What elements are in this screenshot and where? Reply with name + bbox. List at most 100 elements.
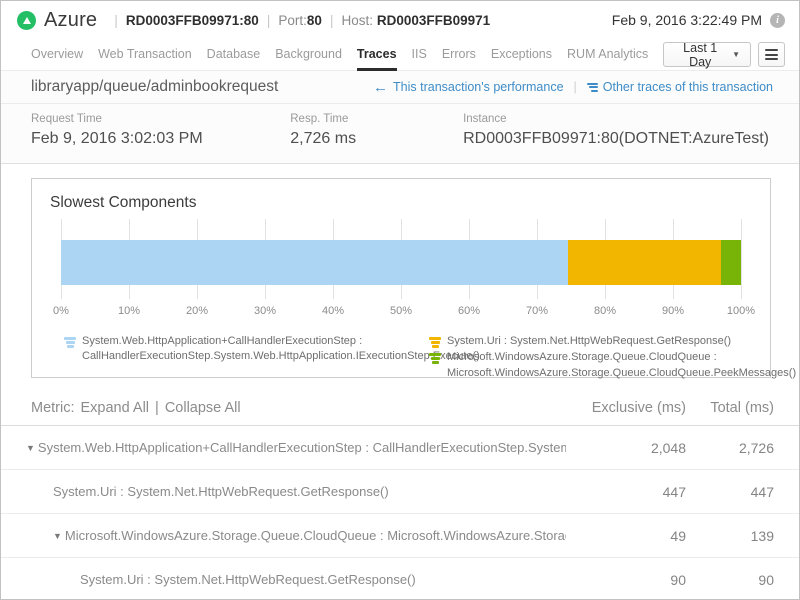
collapse-all-link[interactable]: Collapse All bbox=[165, 400, 241, 416]
trace-list-icon bbox=[587, 83, 598, 92]
tab-database[interactable]: Database bbox=[207, 39, 261, 71]
tab-traces[interactable]: Traces bbox=[357, 39, 397, 71]
instance-block: Instance RD0003FFB09971:80(DOTNET:AzureT… bbox=[463, 113, 769, 163]
tab-rum-analytics[interactable]: RUM Analytics bbox=[567, 39, 648, 71]
time-range-dropdown[interactable]: Last 1 Day ▼ bbox=[663, 42, 751, 67]
axis-tick: 70% bbox=[526, 305, 548, 317]
request-time-block: Request Time Feb 9, 2016 3:02:03 PM bbox=[31, 113, 290, 163]
tab-iis[interactable]: IIS bbox=[412, 39, 427, 71]
total-ms: 447 bbox=[686, 484, 774, 500]
link-transaction-performance[interactable]: ← This transaction's performance bbox=[373, 79, 564, 96]
divider: | bbox=[155, 400, 159, 416]
exclusive-ms: 90 bbox=[566, 572, 686, 588]
hamburger-icon bbox=[765, 49, 778, 51]
tab-overview[interactable]: Overview bbox=[31, 39, 83, 71]
axis-tick: 90% bbox=[662, 305, 684, 317]
header-right: Feb 9, 2016 3:22:49 PM i bbox=[612, 12, 785, 28]
axis-tick: 20% bbox=[186, 305, 208, 317]
current-timestamp: Feb 9, 2016 3:22:49 PM bbox=[612, 12, 762, 28]
table-row[interactable]: ▼ Microsoft.WindowsAzure.Storage.Queue.C… bbox=[1, 514, 799, 558]
port-value: 80 bbox=[307, 13, 322, 28]
bar-segment-getresponse[interactable] bbox=[568, 240, 721, 285]
axis-tick: 100% bbox=[727, 305, 755, 317]
exclusive-ms: 49 bbox=[566, 528, 686, 544]
table-row[interactable]: System.Uri : System.Net.HttpWebRequest.G… bbox=[1, 558, 799, 600]
instance-value: RD0003FFB09971:80(DOTNET:AzureTest) bbox=[463, 130, 769, 148]
axis-tick: 0% bbox=[53, 305, 69, 317]
table-row[interactable]: System.Uri : System.Net.HttpWebRequest.G… bbox=[1, 470, 799, 514]
legend-item-getresponse: System.Uri : System.Net.HttpWebRequest.G… bbox=[429, 334, 759, 349]
arrow-left-icon: ← bbox=[373, 79, 388, 96]
metric-label: Metric: bbox=[31, 400, 75, 416]
expand-all-link[interactable]: Expand All bbox=[81, 400, 150, 416]
table-row[interactable]: ▼ System.Web.HttpApplication+CallHandler… bbox=[1, 426, 799, 470]
axis-tick: 60% bbox=[458, 305, 480, 317]
hamburger-menu-button[interactable] bbox=[758, 42, 785, 67]
axis-tick: 10% bbox=[118, 305, 140, 317]
collapse-caret-icon[interactable]: ▼ bbox=[53, 531, 62, 541]
exclusive-ms: 447 bbox=[566, 484, 686, 500]
total-ms: 2,726 bbox=[686, 440, 774, 456]
total-ms: 139 bbox=[686, 528, 774, 544]
metric-cell: System.Uri : System.Net.HttpWebRequest.G… bbox=[1, 572, 566, 587]
resp-time-label: Resp. Time bbox=[290, 113, 463, 125]
metric-cell: ▼ System.Web.HttpApplication+CallHandler… bbox=[1, 440, 566, 455]
chevron-down-icon: ▼ bbox=[732, 50, 740, 59]
transaction-header: libraryapp/queue/adminbookrequest ← This… bbox=[1, 71, 799, 104]
link-other-traces[interactable]: Other traces of this transaction bbox=[587, 80, 773, 94]
legend-right-column: System.Uri : System.Net.HttpWebRequest.G… bbox=[429, 334, 759, 381]
gridline bbox=[741, 219, 742, 299]
legend-bars-icon-yellow bbox=[429, 337, 441, 348]
axis-tick: 30% bbox=[254, 305, 276, 317]
instance-label: Instance bbox=[463, 113, 769, 125]
tab-web-transaction[interactable]: Web Transaction bbox=[98, 39, 192, 71]
time-range-label: Last 1 Day bbox=[674, 41, 726, 69]
axis-tick: 80% bbox=[594, 305, 616, 317]
x-axis: 0% 10% 20% 30% 40% 50% 60% 70% 80% 90% 1… bbox=[61, 305, 741, 321]
total-ms: 90 bbox=[686, 572, 774, 588]
metric-table-header: Metric: Expand All | Collapse All Exclus… bbox=[1, 391, 799, 426]
axis-tick: 40% bbox=[322, 305, 344, 317]
instance-id: RD0003FFB09971:80 bbox=[126, 13, 259, 28]
transaction-links: ← This transaction's performance | Other… bbox=[373, 79, 773, 96]
instance-id-value: RD0003FFB09971:80 bbox=[126, 13, 259, 28]
stacked-bar bbox=[61, 240, 741, 285]
axis-tick: 50% bbox=[390, 305, 412, 317]
new-relic-logo-icon bbox=[17, 11, 36, 30]
tab-errors[interactable]: Errors bbox=[442, 39, 476, 71]
app-header: Azure | RD0003FFB09971:80 | Port:80 | Ho… bbox=[1, 1, 799, 39]
legend-item-peekmessages: Microsoft.WindowsAzure.Storage.Queue.Clo… bbox=[429, 350, 759, 381]
bar-segment-peekmessages[interactable] bbox=[721, 240, 741, 285]
metric-name: System.Uri : System.Net.HttpWebRequest.G… bbox=[80, 572, 416, 587]
separator: | bbox=[114, 12, 118, 28]
stacked-bar-chart bbox=[61, 219, 741, 299]
link-other-traces-label: Other traces of this transaction bbox=[603, 80, 773, 94]
tab-background[interactable]: Background bbox=[275, 39, 342, 71]
col-header-exclusive: Exclusive (ms) bbox=[566, 400, 686, 416]
resp-time-value: 2,726 ms bbox=[290, 130, 463, 148]
legend-label: System.Uri : System.Net.HttpWebRequest.G… bbox=[447, 334, 731, 349]
exclusive-ms: 2,048 bbox=[566, 440, 686, 456]
nav-actions: Last 1 Day ▼ bbox=[663, 42, 785, 67]
host-label: Host: bbox=[342, 13, 374, 28]
metric-name: System.Web.HttpApplication+CallHandlerEx… bbox=[38, 440, 566, 455]
legend-bars-icon-blue bbox=[64, 337, 76, 348]
slowest-components-panel: Slowest Components 0% 10% 20% 30% 40% bbox=[31, 178, 771, 378]
col-header-total: Total (ms) bbox=[686, 400, 774, 416]
info-icon[interactable]: i bbox=[770, 13, 785, 28]
legend-bars-icon-green bbox=[429, 353, 441, 364]
tab-exceptions[interactable]: Exceptions bbox=[491, 39, 552, 71]
nav-bar: Overview Web Transaction Database Backgr… bbox=[1, 39, 799, 71]
host-value: RD0003FFB09971 bbox=[377, 13, 490, 28]
metric-cell: System.Uri : System.Net.HttpWebRequest.G… bbox=[1, 484, 566, 499]
bar-segment-execute[interactable] bbox=[61, 240, 568, 285]
request-time-label: Request Time bbox=[31, 113, 290, 125]
metric-name: System.Uri : System.Net.HttpWebRequest.G… bbox=[53, 484, 389, 499]
collapse-caret-icon[interactable]: ▼ bbox=[26, 443, 35, 453]
app-window: Azure | RD0003FFB09971:80 | Port:80 | Ho… bbox=[0, 0, 800, 600]
port-label: Port: bbox=[278, 13, 307, 28]
column-headers: Exclusive (ms) Total (ms) bbox=[566, 400, 774, 416]
legend-label: Microsoft.WindowsAzure.Storage.Queue.Clo… bbox=[447, 350, 796, 381]
request-time-value: Feb 9, 2016 3:02:03 PM bbox=[31, 130, 290, 148]
chart-title: Slowest Components bbox=[32, 179, 770, 212]
